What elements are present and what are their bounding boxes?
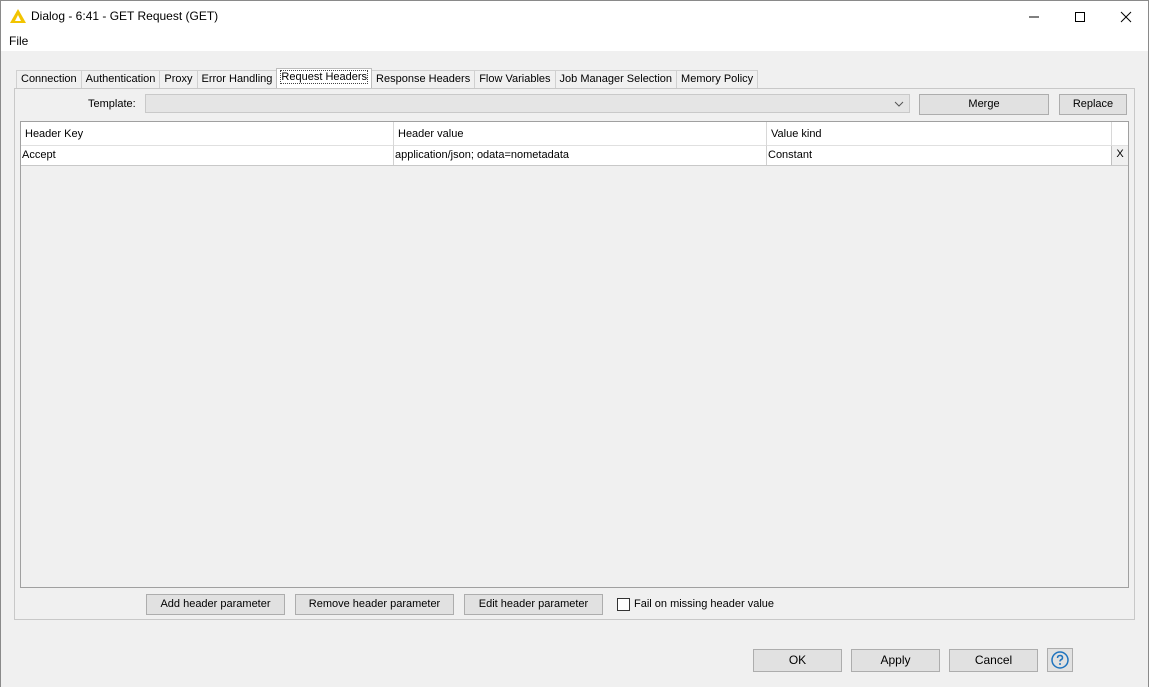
tab-response-headers[interactable]: Response Headers [371, 70, 476, 88]
fail-on-missing-option[interactable]: Fail on missing header value [617, 596, 774, 612]
minimize-button[interactable] [1011, 1, 1057, 32]
close-button[interactable] [1103, 1, 1149, 32]
table-row[interactable]: Accept application/json; odata=nometadat… [21, 146, 1128, 166]
fail-on-missing-label: Fail on missing header value [634, 598, 775, 610]
tab-request-headers[interactable]: Request Headers [276, 68, 373, 88]
tab-proxy[interactable]: Proxy [159, 70, 198, 88]
maximize-button[interactable] [1057, 1, 1103, 32]
remove-row-button[interactable]: X [1111, 146, 1128, 165]
template-select[interactable] [145, 94, 910, 113]
fail-on-missing-checkbox[interactable] [617, 597, 630, 611]
cell-value-kind[interactable]: Constant [767, 146, 1112, 165]
window-title: Dialog - 6:41 - GET Request (GET) [31, 9, 219, 23]
headers-table: Header Key Header value Value kind Accep… [20, 121, 1129, 588]
cell-header-key[interactable]: Accept [21, 146, 394, 165]
minimize-icon [1029, 16, 1039, 17]
ok-button[interactable]: OK [753, 649, 842, 672]
help-button[interactable] [1047, 648, 1073, 672]
chevron-down-icon [894, 101, 904, 107]
close-icon [1120, 11, 1132, 22]
cell-header-value[interactable]: application/json; odata=nometadata [394, 146, 767, 165]
remove-header-parameter-button[interactable]: Remove header parameter [295, 594, 454, 615]
title-bar: Dialog - 6:41 - GET Request (GET) [1, 1, 1148, 32]
edit-header-parameter-button[interactable]: Edit header parameter [464, 594, 603, 615]
menu-bar: File [1, 32, 1148, 51]
tab-error-handling[interactable]: Error Handling [196, 70, 278, 88]
cancel-button[interactable]: Cancel [949, 649, 1038, 672]
tab-connection[interactable]: Connection [16, 70, 82, 88]
dialog-window: Dialog - 6:41 - GET Request (GET) File C… [0, 0, 1149, 687]
tab-flow-variables[interactable]: Flow Variables [474, 70, 556, 88]
add-header-parameter-button[interactable]: Add header parameter [146, 594, 285, 615]
knime-triangle-icon [10, 9, 26, 23]
tab-strip: Connection Authentication Proxy Error Ha… [16, 68, 759, 88]
tab-job-manager-selection[interactable]: Job Manager Selection [554, 70, 678, 88]
table-header: Header Key Header value Value kind [21, 122, 1128, 146]
replace-button[interactable]: Replace [1059, 94, 1127, 115]
help-icon [1051, 651, 1069, 669]
merge-button[interactable]: Merge [919, 94, 1049, 115]
template-label: Template: [88, 98, 136, 110]
column-value-kind[interactable]: Value kind [767, 122, 1112, 146]
column-header-key[interactable]: Header Key [21, 122, 394, 146]
menu-file[interactable]: File [9, 34, 28, 48]
column-header-value[interactable]: Header value [394, 122, 767, 146]
apply-button[interactable]: Apply [851, 649, 940, 672]
dialog-content: Connection Authentication Proxy Error Ha… [1, 51, 1148, 687]
tab-authentication[interactable]: Authentication [80, 70, 161, 88]
maximize-icon [1075, 11, 1085, 22]
tab-memory-policy[interactable]: Memory Policy [676, 70, 759, 88]
request-headers-panel: Template: Merge Replace Header Key Heade… [14, 88, 1135, 620]
